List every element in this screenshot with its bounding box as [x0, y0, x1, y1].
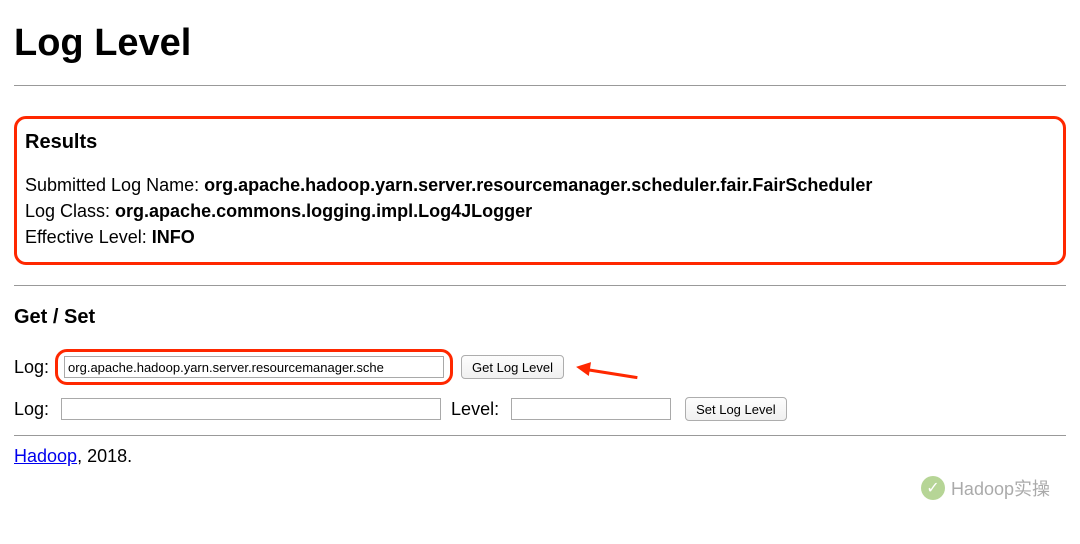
submitted-log-name-value: org.apache.hadoop.yarn.server.resourcema… — [204, 175, 872, 195]
set-log-level-button[interactable]: Set Log Level — [685, 397, 787, 421]
get-set-heading: Get / Set — [14, 306, 1066, 329]
effective-level-label: Effective Level: — [25, 227, 152, 247]
set-log-label: Log: — [14, 399, 49, 420]
set-level-input[interactable] — [511, 398, 671, 420]
watermark-text: Hadoop实操 — [951, 475, 1050, 501]
divider — [14, 85, 1066, 86]
divider — [14, 435, 1066, 436]
log-class-label: Log Class: — [25, 201, 115, 221]
log-class-value: org.apache.commons.logging.impl.Log4JLog… — [115, 201, 532, 221]
get-log-input[interactable] — [64, 356, 444, 378]
annotation-arrow-icon — [574, 357, 654, 377]
get-log-label: Log: — [14, 357, 49, 378]
log-class-row: Log Class: org.apache.commons.logging.im… — [25, 198, 1055, 224]
page-title: Log Level — [14, 22, 1066, 65]
effective-level-row: Effective Level: INFO — [25, 224, 1055, 250]
set-level-label: Level: — [451, 399, 499, 420]
effective-level-value: INFO — [152, 227, 195, 247]
submitted-log-name-row: Submitted Log Name: org.apache.hadoop.ya… — [25, 172, 1055, 198]
get-log-highlight-box — [55, 349, 453, 385]
footer-year: , 2018. — [77, 446, 132, 466]
hadoop-link[interactable]: Hadoop — [14, 446, 77, 466]
footer: Hadoop, 2018. — [14, 446, 1066, 467]
get-log-form-row: Log: Get Log Level — [14, 349, 1066, 385]
get-log-level-button[interactable]: Get Log Level — [461, 355, 564, 379]
watermark: ✓ Hadoop实操 — [921, 475, 1050, 501]
results-heading: Results — [25, 131, 1055, 154]
submitted-log-name-label: Submitted Log Name: — [25, 175, 204, 195]
set-log-form-row: Log: Level: Set Log Level — [14, 397, 1066, 421]
results-panel: Results Submitted Log Name: org.apache.h… — [14, 116, 1066, 265]
set-log-input[interactable] — [61, 398, 441, 420]
wechat-icon: ✓ — [921, 476, 945, 500]
divider — [14, 285, 1066, 286]
